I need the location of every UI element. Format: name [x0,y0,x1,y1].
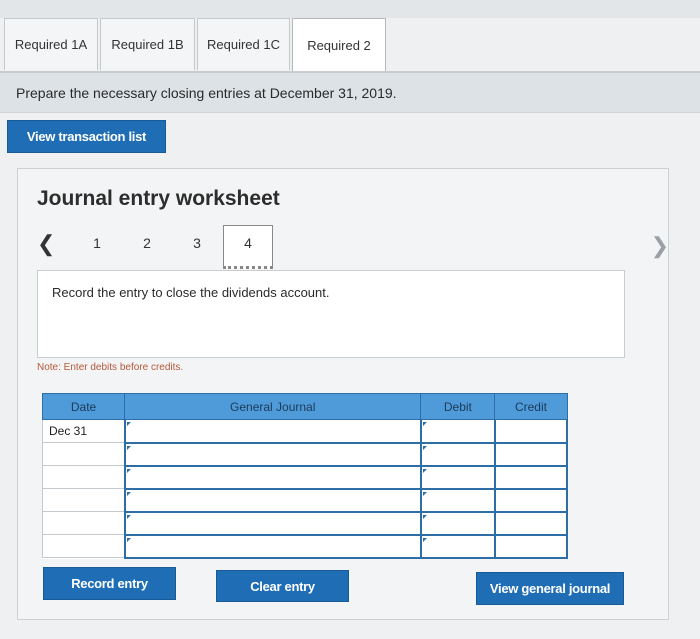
header-debit: Debit [420,393,496,420]
instruction-bar: Prepare the necessary closing entries at… [0,73,700,113]
account-input[interactable] [123,442,422,467]
dropdown-marker-icon [422,514,427,519]
journal-table: Date General Journal Debit Credit Dec 31 [41,393,569,559]
date-cell[interactable] [41,488,126,512]
page-4[interactable]: 4 [223,225,273,269]
instruction-text: Prepare the necessary closing entries at… [16,84,397,101]
tab-required-2[interactable]: Required 2 [292,18,386,72]
worksheet-title: Journal entry worksheet [37,187,280,210]
journal-entry-worksheet: Journal entry worksheet ❮ 1 2 3 4 ❯ Reco… [17,168,669,620]
debit-input[interactable] [419,419,496,444]
chevron-left-icon[interactable]: ❮ [37,231,55,257]
debit-input[interactable] [419,534,496,559]
debit-input[interactable] [419,442,496,467]
table-row [41,488,569,513]
date-cell[interactable] [41,534,126,558]
tab-required-1c[interactable]: Required 1C [197,18,290,70]
dropdown-marker-icon [422,445,427,450]
credit-input[interactable] [493,511,569,536]
page-2[interactable]: 2 [139,235,155,251]
record-entry-button[interactable]: Record entry [43,567,176,600]
table-row [41,511,569,536]
dropdown-marker-icon [126,468,131,473]
page-3[interactable]: 3 [189,235,205,251]
table-row [41,534,569,559]
view-general-journal-button[interactable]: View general journal [476,572,624,605]
credit-input[interactable] [493,534,569,559]
entry-pager: ❮ 1 2 3 4 ❯ [37,225,669,269]
credit-input[interactable] [493,465,569,490]
dropdown-marker-icon [126,491,131,496]
credit-input[interactable] [493,488,569,513]
credit-input[interactable] [493,419,569,444]
note-text: Note: Enter debits before credits. [37,362,184,373]
account-input[interactable] [123,488,422,513]
journal-header-row: Date General Journal Debit Credit [41,393,568,420]
top-strip [0,0,700,18]
date-cell[interactable] [41,465,126,489]
dropdown-marker-icon [422,422,427,426]
dropdown-marker-icon [126,537,131,542]
dropdown-marker-icon [126,422,131,426]
record-instruction-text: Record the entry to close the dividends … [52,285,330,300]
date-cell[interactable] [41,511,126,535]
clear-entry-button[interactable]: Clear entry [216,570,349,602]
table-row: Dec 31 [41,419,569,444]
dropdown-marker-icon [422,468,427,473]
record-instruction-box: Record the entry to close the dividends … [37,270,625,358]
tab-bar: Required 1A Required 1B Required 1C Requ… [4,18,388,72]
account-input[interactable] [123,534,422,559]
dropdown-marker-icon [422,537,427,542]
account-input[interactable] [123,465,422,490]
dropdown-marker-icon [126,445,131,450]
chevron-right-icon[interactable]: ❯ [651,233,669,259]
account-input[interactable] [123,511,422,536]
date-cell[interactable] [41,442,126,466]
account-input[interactable] [123,419,422,444]
credit-input[interactable] [493,442,569,467]
tab-required-1b[interactable]: Required 1B [100,18,195,70]
tab-required-1a[interactable]: Required 1A [4,18,98,70]
page-1[interactable]: 1 [89,235,105,251]
debit-input[interactable] [419,488,496,513]
header-date: Date [41,393,126,420]
view-transaction-list-button[interactable]: View transaction list [7,120,166,153]
dropdown-marker-icon [422,491,427,496]
date-cell[interactable]: Dec 31 [41,419,126,443]
dropdown-marker-icon [126,514,131,519]
debit-input[interactable] [419,511,496,536]
debit-input[interactable] [419,465,496,490]
table-row [41,465,569,490]
header-general-journal: General Journal [124,393,422,420]
table-row [41,442,569,467]
header-credit: Credit [494,393,568,420]
